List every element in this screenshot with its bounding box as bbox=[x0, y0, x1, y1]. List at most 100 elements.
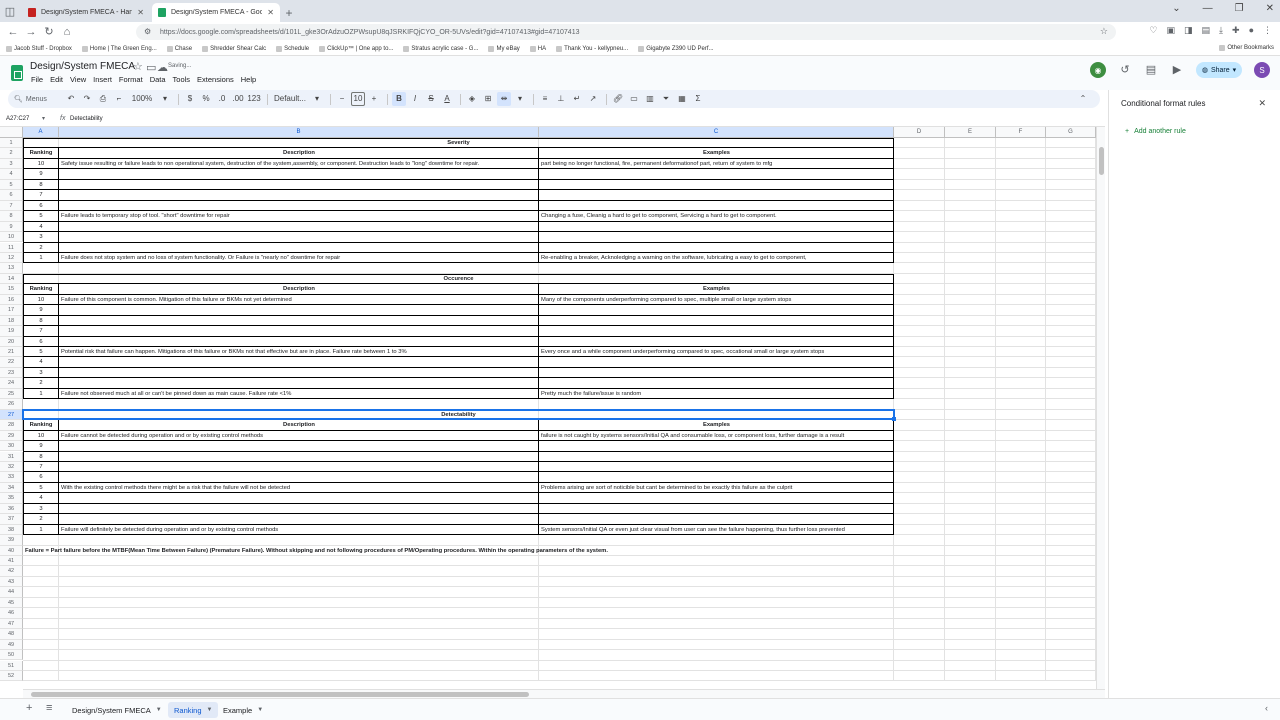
row-header[interactable]: 42 bbox=[0, 566, 23, 577]
row-header[interactable]: 38 bbox=[0, 524, 23, 536]
menu-extensions[interactable]: Extensions bbox=[197, 75, 234, 84]
examples-cell[interactable]: part being no longer functional, fire, p… bbox=[539, 159, 894, 169]
menus-search[interactable]: 🔍︎ Menus bbox=[14, 95, 64, 104]
description-cell[interactable]: With the existing control methods there … bbox=[59, 483, 539, 493]
cloud-status-icon[interactable]: ☁ bbox=[157, 63, 168, 74]
ranking-cell[interactable]: 9 bbox=[23, 305, 59, 315]
paint-format-icon[interactable]: ⌐ bbox=[112, 92, 126, 106]
chevron-down-icon[interactable]: ▾ bbox=[158, 92, 172, 106]
insert-comment-icon[interactable]: ▭ bbox=[627, 92, 641, 106]
profile-icon[interactable]: ● bbox=[1249, 25, 1254, 36]
window-close-icon[interactable]: ✕ bbox=[1266, 3, 1274, 14]
row-header[interactable]: 17 bbox=[0, 305, 23, 316]
chevron-down-icon[interactable]: ▾ bbox=[310, 92, 324, 106]
description-cell[interactable]: Failure does not stop system and no loss… bbox=[59, 253, 539, 263]
browser-tab-1[interactable]: Design/System FMECA - Hand ✕ bbox=[22, 3, 150, 22]
row-header[interactable]: 46 bbox=[0, 608, 23, 619]
row-header[interactable]: 40 bbox=[0, 545, 23, 556]
collapse-toolbar-icon[interactable]: ⌃ bbox=[1076, 92, 1090, 106]
row-header[interactable]: 43 bbox=[0, 576, 23, 588]
row-header[interactable]: 31 bbox=[0, 451, 23, 462]
tab-actions-icon[interactable]: ◫ bbox=[0, 3, 20, 22]
all-sheets-icon[interactable]: ≡ bbox=[46, 703, 52, 714]
extension-icon[interactable]: ♡ bbox=[1149, 25, 1157, 36]
bookmark-star-icon[interactable]: ☆ bbox=[1100, 26, 1108, 37]
reload-icon[interactable]: ↻ bbox=[40, 23, 58, 41]
ranking-cell[interactable]: 3 bbox=[23, 504, 59, 514]
ranking-cell[interactable]: 3 bbox=[23, 368, 59, 378]
insert-chart-icon[interactable]: ▥ bbox=[643, 92, 657, 106]
ranking-cell[interactable]: 7 bbox=[23, 326, 59, 336]
increase-decimal-button[interactable]: .00 bbox=[231, 92, 245, 106]
tab-search-icon[interactable]: ⌄ bbox=[1172, 3, 1180, 14]
maximize-icon[interactable]: ❐ bbox=[1235, 3, 1244, 14]
column-header-b[interactable]: B bbox=[59, 127, 539, 138]
undo-icon[interactable]: ↶ bbox=[64, 92, 78, 106]
bookmark-item[interactable]: Jacob Stuff - Dropbox bbox=[6, 45, 72, 52]
ranking-cell[interactable]: 4 bbox=[23, 357, 59, 367]
font-size-input[interactable]: 10 bbox=[351, 92, 365, 106]
menu-help[interactable]: Help bbox=[241, 75, 256, 84]
site-info-icon[interactable]: ⚙ bbox=[144, 27, 151, 36]
examples-cell[interactable]: Pretty much the failure/issue is random bbox=[539, 389, 894, 399]
row-header[interactable]: 10 bbox=[0, 232, 23, 243]
url-field[interactable]: ⚙ https://docs.google.com/spreadsheets/d… bbox=[136, 24, 1116, 40]
description-cell[interactable]: Failure of this component is common. Mit… bbox=[59, 295, 539, 305]
chevron-down-icon[interactable]: ▼ bbox=[156, 707, 162, 713]
forward-icon[interactable]: → bbox=[22, 23, 40, 41]
ranking-cell[interactable]: 9 bbox=[23, 169, 59, 179]
account-avatar[interactable]: S bbox=[1254, 62, 1270, 78]
row-header[interactable]: 41 bbox=[0, 556, 23, 567]
column-header-f[interactable]: F bbox=[996, 127, 1046, 138]
star-icon[interactable]: ☆ bbox=[133, 62, 143, 73]
vertical-scroll-thumb[interactable] bbox=[1099, 147, 1104, 175]
header-cell[interactable]: Ranking bbox=[23, 148, 59, 158]
ranking-cell[interactable]: 8 bbox=[23, 316, 59, 326]
sheets-logo-icon[interactable] bbox=[11, 65, 23, 81]
examples-cell[interactable]: Problems arising are sort of noticible b… bbox=[539, 483, 894, 493]
formula-input[interactable]: Detectability bbox=[70, 116, 103, 122]
column-header-g[interactable]: G bbox=[1046, 127, 1096, 138]
chevron-down-icon[interactable]: ▾ bbox=[1233, 66, 1237, 74]
menu-data[interactable]: Data bbox=[150, 75, 166, 84]
row-header[interactable]: 29 bbox=[0, 430, 23, 442]
row-header[interactable]: 44 bbox=[0, 587, 23, 598]
filter-views-icon[interactable]: ▦ bbox=[675, 92, 689, 106]
downloads-icon[interactable]: ⤓ bbox=[1219, 25, 1223, 36]
close-icon[interactable]: ✕ bbox=[1258, 98, 1266, 109]
ranking-cell[interactable]: 2 bbox=[23, 378, 59, 388]
chevron-down-icon[interactable]: ▼ bbox=[257, 707, 263, 713]
percent-format-button[interactable]: % bbox=[199, 92, 213, 106]
sidebar-icon[interactable]: ◨ bbox=[1184, 25, 1193, 36]
select-all-corner[interactable] bbox=[0, 127, 23, 138]
horizontal-scroll-thumb[interactable] bbox=[31, 692, 529, 697]
sheet-tab-ranking[interactable]: Ranking ▼ bbox=[168, 702, 219, 718]
comments-icon[interactable]: ▤ bbox=[1144, 63, 1158, 77]
row-header[interactable]: 26 bbox=[0, 399, 23, 410]
text-wrap-icon[interactable]: ↵ bbox=[570, 92, 584, 106]
vertical-scrollbar[interactable] bbox=[1096, 127, 1105, 689]
header-cell[interactable]: Description bbox=[59, 284, 539, 294]
ranking-cell[interactable]: 4 bbox=[23, 222, 59, 232]
row-header[interactable]: 49 bbox=[0, 639, 23, 651]
ranking-cell[interactable]: 5 bbox=[23, 483, 59, 493]
row-header[interactable]: 33 bbox=[0, 472, 23, 483]
strikethrough-icon[interactable]: S bbox=[424, 92, 438, 106]
menu-edit[interactable]: Edit bbox=[50, 75, 63, 84]
vertical-align-icon[interactable]: ⊥ bbox=[554, 92, 568, 106]
share-button[interactable]: ◍ Share ▾ bbox=[1196, 62, 1242, 78]
row-header[interactable]: 27 bbox=[0, 409, 23, 421]
row-header[interactable]: 2 bbox=[0, 148, 23, 159]
close-tab-icon[interactable]: ✕ bbox=[137, 8, 144, 17]
side-panel-toggle-icon[interactable]: ‹ bbox=[1265, 704, 1268, 713]
fill-color-icon[interactable]: ◈ bbox=[465, 92, 479, 106]
row-header[interactable]: 14 bbox=[0, 273, 23, 285]
home-icon[interactable]: ⌂ bbox=[58, 23, 76, 41]
add-rule-button[interactable]: + Add another rule bbox=[1125, 128, 1186, 135]
description-cell[interactable]: Failure cannot be detected during operat… bbox=[59, 431, 539, 441]
row-header[interactable]: 3 bbox=[0, 158, 23, 170]
examples-cell[interactable]: Many of the components underperforming c… bbox=[539, 295, 894, 305]
text-rotation-icon[interactable]: ↗ bbox=[586, 92, 600, 106]
ranking-cell[interactable]: 8 bbox=[23, 180, 59, 190]
examples-cell[interactable]: failure is not caught by systems sensors… bbox=[539, 431, 894, 441]
